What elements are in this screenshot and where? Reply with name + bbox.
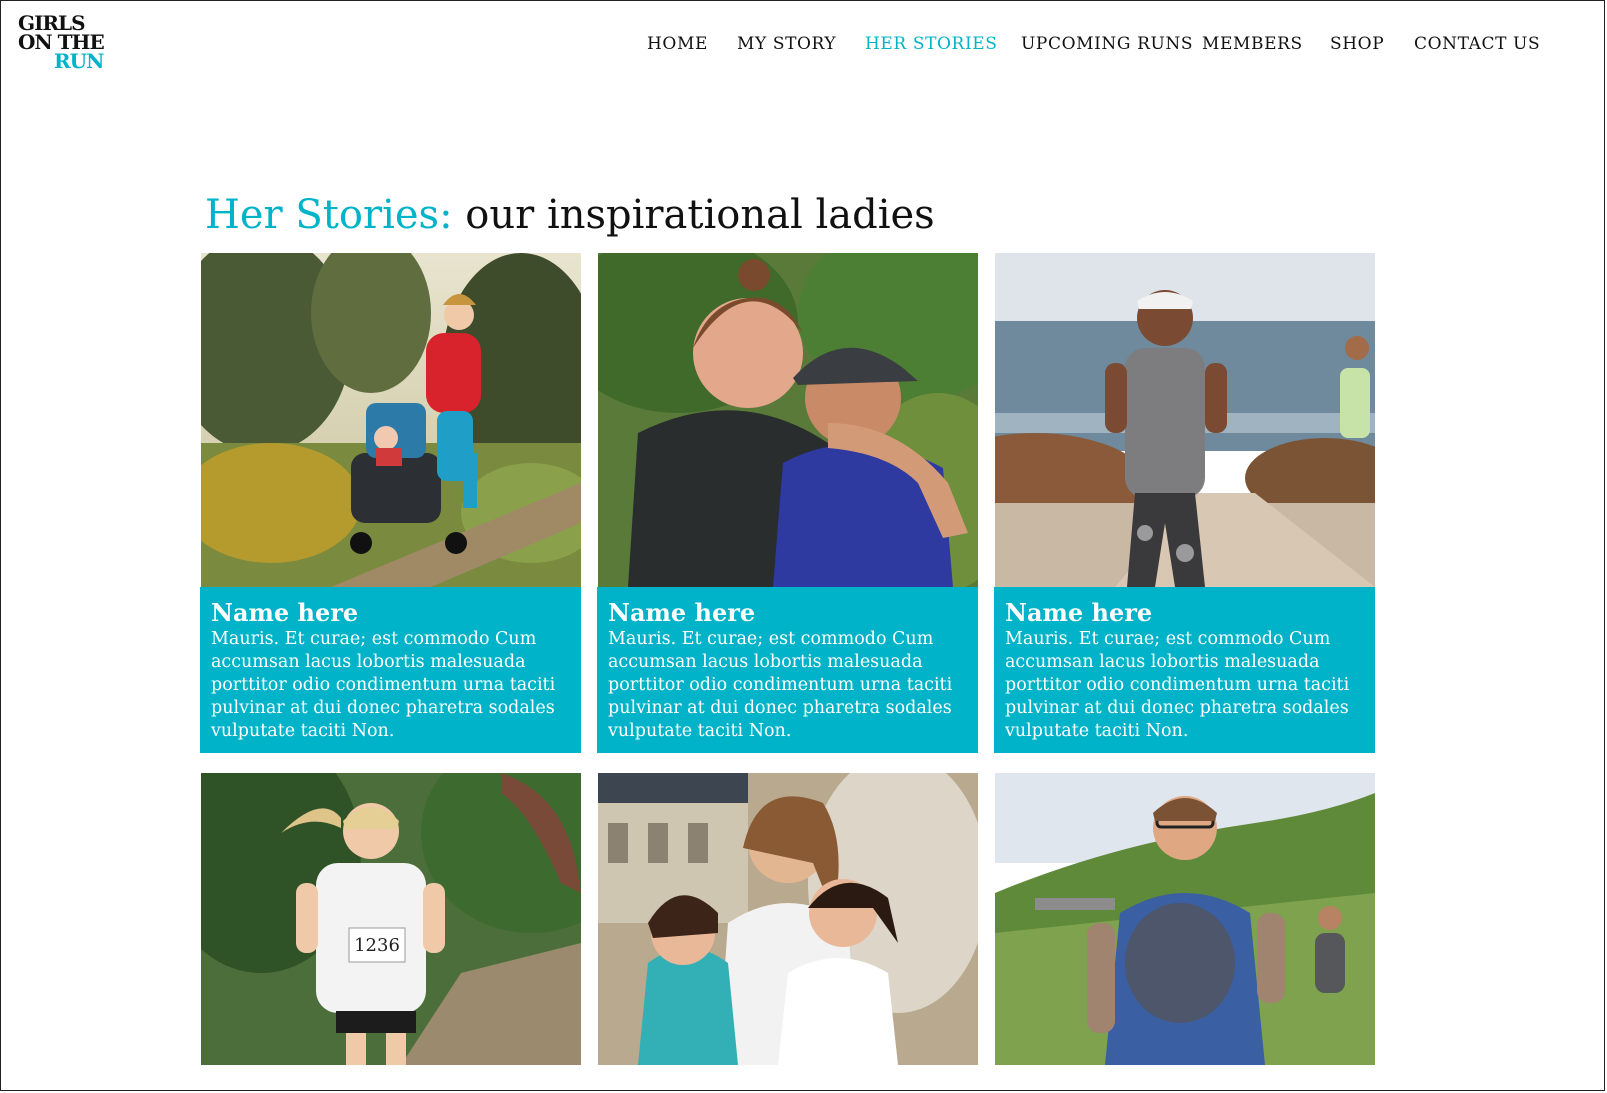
nav-her-stories[interactable]: HER STORIES xyxy=(865,34,998,54)
nav-home[interactable]: HOME xyxy=(647,34,708,54)
story-card[interactable]: Name here Mauris. Et curae; est commodo … xyxy=(994,253,1375,753)
site-logo[interactable]: GIRLS ON THE RUN xyxy=(18,13,105,73)
page-title: Her Stories: our inspirational ladies xyxy=(205,192,935,238)
story-card[interactable]: Name here Mauris. Et curae; est commodo … xyxy=(200,253,581,753)
two-women-embracing-photo xyxy=(598,253,978,587)
story-card[interactable]: 1236 xyxy=(200,773,581,1065)
bib-number: 1236 xyxy=(354,935,400,956)
story-description: Mauris. Et curae; est commodo Cum accums… xyxy=(1005,629,1350,741)
page-title-rest: our inspirational ladies xyxy=(465,192,935,238)
mother-and-daughters-photo xyxy=(598,773,978,1065)
story-description: Mauris. Et curae; est commodo Cum accums… xyxy=(608,629,953,741)
woman-running-by-sea-photo xyxy=(995,253,1375,587)
story-caption: Name here Mauris. Et curae; est commodo … xyxy=(200,587,581,753)
nav-contact-us[interactable]: CONTACT US xyxy=(1414,34,1540,54)
nav-my-story[interactable]: MY STORY xyxy=(737,34,836,54)
story-name: Name here xyxy=(211,598,359,627)
story-card[interactable]: Name here Mauris. Et curae; est commodo … xyxy=(597,253,978,753)
nav-shop[interactable]: SHOP xyxy=(1330,34,1384,54)
page-title-accent: Her Stories: xyxy=(205,192,453,238)
logo-line-run: RUN xyxy=(54,49,104,73)
muddy-trail-runner-photo xyxy=(995,773,1375,1065)
story-name: Name here xyxy=(1005,598,1153,627)
woman-running-with-stroller-photo xyxy=(201,253,581,587)
story-card[interactable] xyxy=(597,773,978,1065)
story-name: Name here xyxy=(608,598,756,627)
nav-upcoming-runs[interactable]: UPCOMING RUNS xyxy=(1021,34,1193,54)
race-runner-photo: 1236 xyxy=(201,773,581,1065)
story-caption: Name here Mauris. Et curae; est commodo … xyxy=(597,587,978,753)
story-card[interactable] xyxy=(994,773,1375,1065)
nav-members[interactable]: MEMBERS xyxy=(1202,34,1303,54)
story-caption: Name here Mauris. Et curae; est commodo … xyxy=(994,587,1375,753)
story-description: Mauris. Et curae; est commodo Cum accums… xyxy=(211,629,556,741)
